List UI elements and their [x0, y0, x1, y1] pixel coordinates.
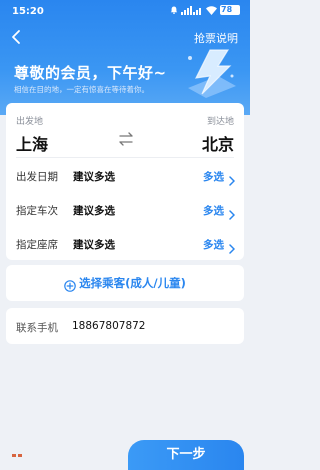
- swap-arrows-icon[interactable]: [118, 131, 134, 146]
- select-passenger-label: 选择乘客(成人/儿童): [79, 276, 186, 290]
- notification-icon: [170, 6, 178, 14]
- greeting-title: 尊敬的会员，下午好~: [14, 64, 167, 82]
- plus-circle-icon: [64, 277, 76, 292]
- chevron-right-icon: [229, 171, 236, 186]
- option-row-train[interactable]: 指定车次 建议多选 多选: [6, 193, 244, 227]
- multi-select-link[interactable]: 多选: [203, 237, 224, 252]
- status-bar: 15:20 78: [0, 0, 250, 24]
- option-label: 出发日期: [16, 171, 58, 183]
- contact-phone-label: 联系手机: [16, 322, 58, 334]
- multi-select-link[interactable]: 多选: [203, 169, 224, 184]
- departure-city[interactable]: 上海: [16, 131, 48, 155]
- bottom-bar: 下一步: [0, 432, 250, 470]
- ticket-guide-link[interactable]: 抢票说明: [194, 30, 238, 46]
- battery-indicator: 78: [220, 5, 240, 15]
- contact-phone-input[interactable]: 18867807872: [72, 320, 146, 332]
- option-row-seat[interactable]: 指定座席 建议多选 多选: [6, 227, 244, 261]
- nav-bar: 抢票说明: [0, 26, 250, 48]
- search-form-card: 出发地 到达地 上海 北京 出发日期 建议多选 多选 指定车次 建议多选 多选 …: [6, 103, 244, 260]
- next-step-button[interactable]: 下一步: [128, 440, 244, 470]
- wifi-icon: [206, 5, 217, 15]
- select-passenger-button[interactable]: 选择乘客(成人/儿童): [6, 265, 244, 301]
- lightning-bolt-icon: [178, 48, 238, 100]
- arrival-city[interactable]: 北京: [202, 131, 234, 155]
- departure-label: 出发地: [16, 117, 44, 127]
- decorative-marks: [12, 454, 26, 458]
- option-label: 指定车次: [16, 205, 58, 217]
- option-label: 指定座席: [16, 239, 58, 251]
- status-time: 15:20: [12, 6, 44, 17]
- arrival-label: 到达地: [206, 117, 234, 127]
- option-value: 建议多选: [73, 171, 115, 183]
- passenger-button-content: 选择乘客(成人/儿童): [6, 265, 244, 301]
- option-value: 建议多选: [73, 205, 115, 217]
- chevron-right-icon: [229, 205, 236, 220]
- contact-phone-row[interactable]: 联系手机 18867807872: [6, 308, 244, 344]
- greeting-subtitle: 相信在目的地，一定有惊喜在等待着你。: [14, 85, 149, 94]
- signal-icon: [181, 5, 203, 15]
- hero-banner: 15:20 78 抢票说明 尊敬的会员，下午好~ 相信在目的地，一定有惊喜在等待…: [0, 0, 250, 115]
- multi-select-link[interactable]: 多选: [203, 203, 224, 218]
- back-chevron-icon[interactable]: [10, 29, 24, 45]
- option-row-date[interactable]: 出发日期 建议多选 多选: [6, 159, 244, 193]
- divider: [16, 157, 234, 158]
- option-value: 建议多选: [73, 239, 115, 251]
- status-icons: 78: [170, 5, 240, 15]
- chevron-right-icon: [229, 239, 236, 254]
